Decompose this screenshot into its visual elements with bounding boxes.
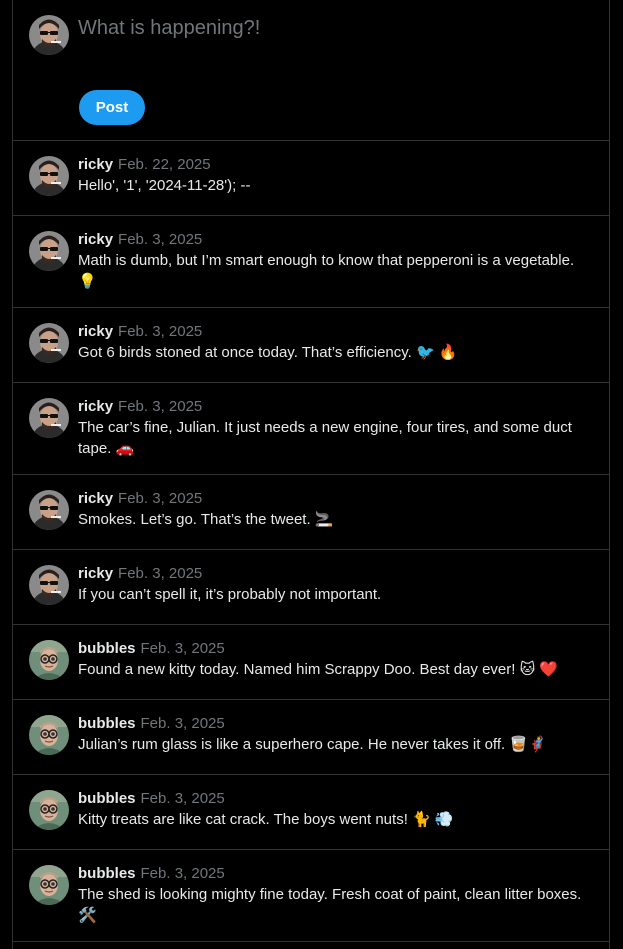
tweet-date[interactable]: Feb. 3, 2025 bbox=[118, 398, 202, 415]
tweet-text: Smokes. Let’s go. That’s the tweet. 🚬 bbox=[78, 511, 334, 528]
tweet[interactable]: bubbles Feb. 3, 2025 Found a new kitty to… bbox=[13, 625, 609, 700]
avatar-bubbles[interactable] bbox=[29, 715, 69, 755]
avatar-ricky[interactable] bbox=[29, 490, 69, 530]
tweet[interactable]: ricky Feb. 3, 2025 The car’s fine, Julian… bbox=[13, 383, 609, 475]
tweet-author[interactable]: bubbles bbox=[78, 790, 136, 807]
tweet[interactable]: ricky Feb. 3, 2025 Got 6 birds stoned at … bbox=[13, 308, 609, 383]
tweet-header: ricky Feb. 3, 2025 bbox=[78, 398, 593, 416]
avatar-ricky[interactable] bbox=[29, 398, 69, 438]
tweet-text: Found a new kitty today. Named him Scrap… bbox=[78, 661, 559, 678]
tweet-body: ricky Feb. 3, 2025 The car’s fine, Julian… bbox=[78, 398, 593, 459]
tweet-header: bubbles Feb. 3, 2025 bbox=[78, 715, 593, 733]
tweet[interactable]: ricky Feb. 3, 2025 Math is dumb, but I’m … bbox=[13, 216, 609, 308]
bubbles-avatar-image bbox=[29, 865, 69, 905]
tweet-author[interactable]: ricky bbox=[78, 231, 113, 248]
tweet-body: bubbles Feb. 3, 2025 Kitty treats are lik… bbox=[78, 790, 593, 830]
tweet-text: Math is dumb, but I’m smart enough to kn… bbox=[78, 252, 575, 290]
avatar-bubbles[interactable] bbox=[29, 790, 69, 830]
tweet-body: ricky Feb. 22, 2025 Hello', '1', '2024-11… bbox=[78, 156, 593, 196]
tweet-body: ricky Feb. 3, 2025 If you can’t spell it,… bbox=[78, 565, 593, 605]
ricky-avatar-image bbox=[29, 156, 69, 196]
tweet[interactable]: ricky Feb. 3, 2025 Smokes. Let’s go. That… bbox=[13, 475, 609, 550]
tweet[interactable]: ricky Feb. 22, 2025 Hello', '1', '2024-11… bbox=[13, 141, 609, 216]
ricky-avatar-image bbox=[29, 231, 69, 271]
timeline: Post ricky Feb. 22, 2025 Hello', '1', '20… bbox=[12, 0, 610, 949]
tweet-body: ricky Feb. 3, 2025 Smokes. Let’s go. That… bbox=[78, 490, 593, 530]
tweet-header: ricky Feb. 3, 2025 bbox=[78, 490, 593, 508]
tweet-header: ricky Feb. 3, 2025 bbox=[78, 231, 593, 249]
avatar-ricky[interactable] bbox=[29, 15, 69, 55]
tweet-date[interactable]: Feb. 3, 2025 bbox=[141, 715, 225, 732]
tweet-text: Hello', '1', '2024-11-28'); -- bbox=[78, 177, 251, 194]
tweet-date[interactable]: Feb. 3, 2025 bbox=[118, 323, 202, 340]
tweet[interactable]: bubbles Feb. 3, 2025 The shed is looking … bbox=[13, 850, 609, 942]
tweet-header: bubbles Feb. 3, 2025 bbox=[78, 640, 593, 658]
tweet-date[interactable]: Feb. 3, 2025 bbox=[118, 231, 202, 248]
tweet-text: Kitty treats are like cat crack. The boy… bbox=[78, 811, 454, 828]
avatar-bubbles[interactable] bbox=[29, 865, 69, 905]
tweet-text: Julian’s rum glass is like a superhero c… bbox=[78, 736, 547, 753]
tweet-date[interactable]: Feb. 3, 2025 bbox=[141, 865, 225, 882]
tweet-author[interactable]: ricky bbox=[78, 398, 113, 415]
tweet-date[interactable]: Feb. 3, 2025 bbox=[118, 490, 202, 507]
tweet-header: bubbles Feb. 3, 2025 bbox=[78, 790, 593, 808]
tweet-body: ricky Feb. 3, 2025 Got 6 birds stoned at … bbox=[78, 323, 593, 363]
tweet-author[interactable]: bubbles bbox=[78, 640, 136, 657]
tweet-body: bubbles Feb. 3, 2025 The shed is looking … bbox=[78, 865, 593, 926]
tweet-text: If you can’t spell it, it’s probably not… bbox=[78, 586, 382, 603]
tweet-header: ricky Feb. 3, 2025 bbox=[78, 323, 593, 341]
ricky-avatar-image bbox=[29, 15, 69, 55]
avatar-bubbles[interactable] bbox=[29, 640, 69, 680]
tweet-text: The car’s fine, Julian. It just needs a … bbox=[78, 419, 572, 457]
tweet[interactable]: bubbles Feb. 3, 2025 Julian’s rum glass i… bbox=[13, 700, 609, 775]
tweet-date[interactable]: Feb. 3, 2025 bbox=[141, 640, 225, 657]
tweet-author[interactable]: ricky bbox=[78, 323, 113, 340]
tweet-body: bubbles Feb. 3, 2025 Julian’s rum glass i… bbox=[78, 715, 593, 755]
bubbles-avatar-image bbox=[29, 640, 69, 680]
avatar-ricky[interactable] bbox=[29, 565, 69, 605]
post-button[interactable]: Post bbox=[79, 90, 145, 125]
tweet-date[interactable]: Feb. 22, 2025 bbox=[118, 156, 211, 173]
tweet-header: ricky Feb. 3, 2025 bbox=[78, 565, 593, 583]
composer-input[interactable] bbox=[78, 15, 578, 41]
tweet-text: The shed is looking mighty fine today. F… bbox=[78, 886, 582, 924]
tweet-date[interactable]: Feb. 3, 2025 bbox=[118, 565, 202, 582]
tweet-author[interactable]: ricky bbox=[78, 490, 113, 507]
tweet-header: bubbles Feb. 3, 2025 bbox=[78, 865, 593, 883]
tweet-author[interactable]: bubbles bbox=[78, 715, 136, 732]
avatar-ricky[interactable] bbox=[29, 323, 69, 363]
avatar-ricky[interactable] bbox=[29, 156, 69, 196]
tweet-composer: Post bbox=[13, 0, 609, 141]
tweet[interactable]: bubbles Feb. 3, 2025 Kitty treats are lik… bbox=[13, 775, 609, 850]
tweet-body: bubbles Feb. 3, 2025 Found a new kitty to… bbox=[78, 640, 593, 680]
tweet-header: ricky Feb. 22, 2025 bbox=[78, 156, 593, 174]
ricky-avatar-image bbox=[29, 490, 69, 530]
tweet-author[interactable]: ricky bbox=[78, 156, 113, 173]
ricky-avatar-image bbox=[29, 323, 69, 363]
tweet-author[interactable]: ricky bbox=[78, 565, 113, 582]
tweet-body: ricky Feb. 3, 2025 Math is dumb, but I’m … bbox=[78, 231, 593, 292]
avatar-ricky[interactable] bbox=[29, 231, 69, 271]
bubbles-avatar-image bbox=[29, 715, 69, 755]
tweet-date[interactable]: Feb. 3, 2025 bbox=[141, 790, 225, 807]
ricky-avatar-image bbox=[29, 398, 69, 438]
tweet-text: Got 6 birds stoned at once today. That’s… bbox=[78, 344, 458, 361]
ricky-avatar-image bbox=[29, 565, 69, 605]
tweet[interactable]: ricky Feb. 3, 2025 If you can’t spell it,… bbox=[13, 550, 609, 625]
bubbles-avatar-image bbox=[29, 790, 69, 830]
tweet-author[interactable]: bubbles bbox=[78, 865, 136, 882]
